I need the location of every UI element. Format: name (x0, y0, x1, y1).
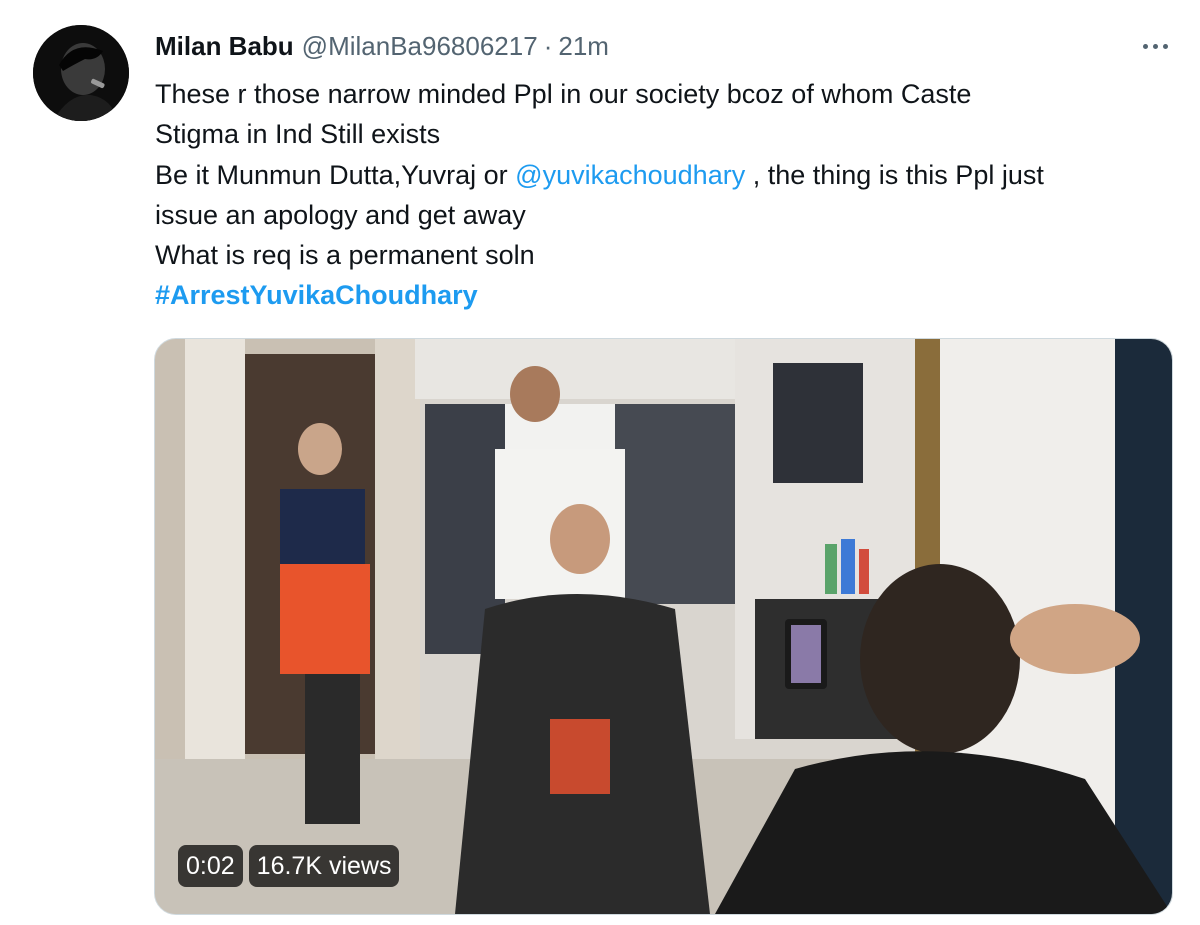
tweet-line-3-end: , the thing is this Ppl just (745, 159, 1044, 190)
video-duration: 0:02 (178, 845, 243, 887)
video-player[interactable] (154, 338, 1173, 915)
more-horizontal-icon[interactable] (1135, 32, 1175, 60)
tweet-line-5: What is req is a permanent soln (155, 240, 535, 271)
tweet-line-2: Stigma in Ind Still exists (155, 119, 441, 150)
author-handle[interactable]: @MilanBa96806217 (302, 31, 538, 62)
tweet-header: Milan Babu @MilanBa96806217 · 21m (155, 28, 609, 64)
separator: · (543, 30, 553, 61)
avatar[interactable] (33, 25, 129, 121)
author-name[interactable]: Milan Babu (155, 31, 294, 62)
video-frame (155, 339, 1172, 914)
tweet-line-1: These r those narrow minded Ppl in our s… (155, 79, 972, 109)
mention-link[interactable]: @yuvikachoudhary (515, 160, 745, 190)
tweet-text: These r those narrow minded Ppl in our s… (155, 74, 1185, 316)
timestamp[interactable]: 21m (558, 31, 609, 62)
video-views: 16.7K views (248, 845, 400, 887)
tweet-line-4: issue an apology and get away (155, 199, 526, 230)
video-overlay: 0:02 16.7K views (178, 845, 400, 887)
hashtag-link[interactable]: #ArrestYuvikaChoudhary (155, 280, 478, 310)
tweet-line-3-start: Be it Munmun Dutta,Yuvraj or (155, 159, 516, 190)
tweet-line-3: Be it Munmun Dutta,Yuvraj or @yuvikachou… (155, 155, 1185, 195)
